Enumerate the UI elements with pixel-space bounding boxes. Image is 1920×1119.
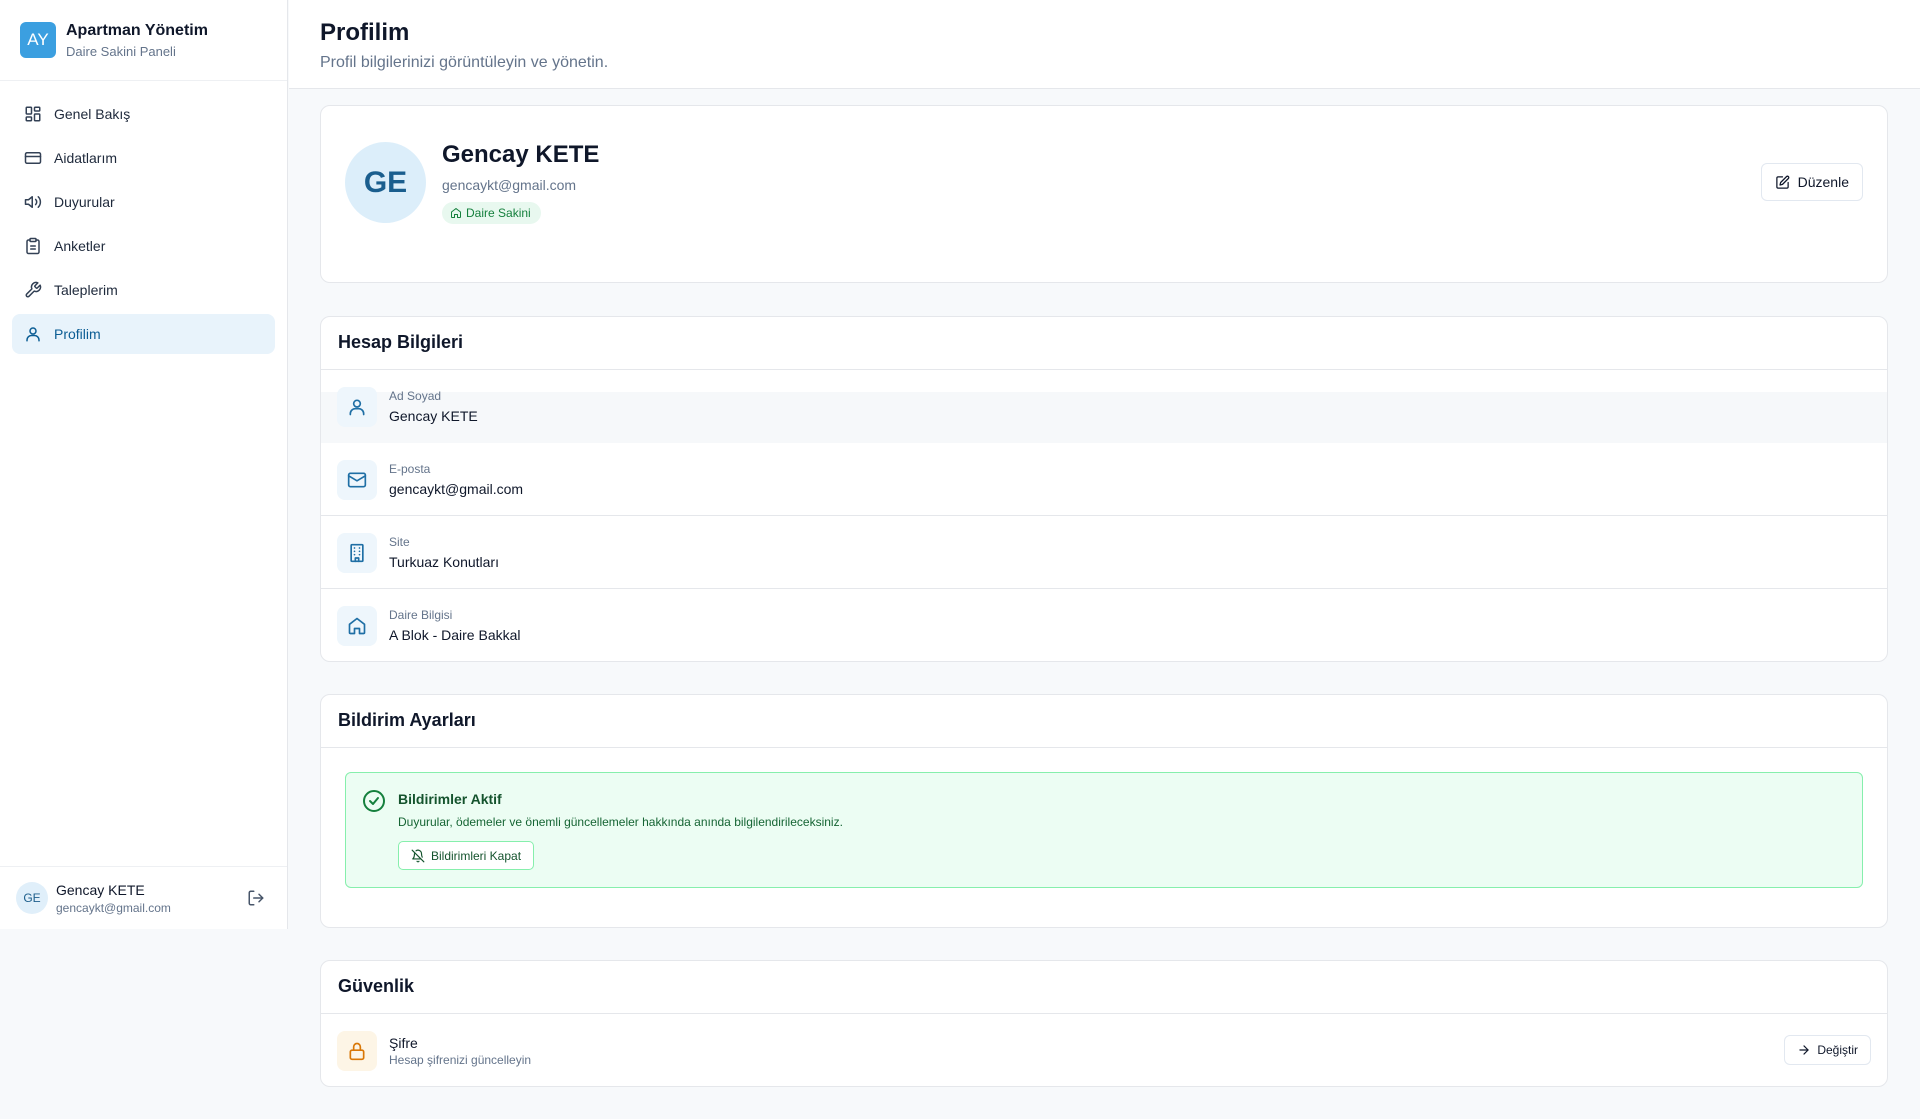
profile-name: Gencay KETE bbox=[442, 141, 600, 168]
info-row-email: E-posta gencaykt@gmail.com bbox=[321, 443, 1887, 516]
info-value: Turkuaz Konutları bbox=[389, 554, 499, 570]
account-info-card: Hesap Bilgileri Ad Soyad Gencay KETE E-p… bbox=[320, 316, 1888, 662]
info-row-site: Site Turkuaz Konutları bbox=[321, 516, 1887, 589]
notification-status-title: Bildirimler Aktif bbox=[398, 791, 502, 807]
info-row-name: Ad Soyad Gencay KETE bbox=[321, 370, 1887, 443]
info-row-apartment: Daire Bilgisi A Blok - Daire Bakkal bbox=[321, 589, 1887, 662]
sidebar-item-label: Profilim bbox=[54, 326, 101, 342]
sidebar-item-label: Anketler bbox=[54, 238, 106, 254]
password-title: Şifre bbox=[389, 1035, 418, 1051]
info-value: gencaykt@gmail.com bbox=[389, 481, 524, 497]
info-label: Ad Soyad bbox=[389, 389, 442, 403]
sidebar-user: GE Gencay KETE gencaykt@gmail.com bbox=[0, 866, 287, 929]
sidebar-item-duyurular[interactable]: Duyurular bbox=[12, 182, 275, 222]
user-icon bbox=[337, 387, 377, 427]
role-badge: Daire Sakini bbox=[442, 202, 541, 224]
profile-avatar: GE bbox=[345, 142, 426, 223]
password-subtitle: Hesap şifrenizi güncelleyin bbox=[389, 1053, 532, 1067]
sidebar-item-aidatlarim[interactable]: Aidatlarım bbox=[12, 138, 275, 178]
sidebar-item-label: Aidatlarım bbox=[54, 150, 118, 166]
grid-icon bbox=[25, 106, 41, 122]
sidebar-nav: Genel Bakış Aidatlarım Duyurular Anketle… bbox=[0, 81, 287, 354]
bell-off-icon bbox=[411, 849, 425, 862]
section-title: Bildirim Ayarları bbox=[321, 695, 1887, 748]
change-password-label: Değiştir bbox=[1817, 1043, 1858, 1057]
page-header: Profilim Profil bilgilerinizi görüntüley… bbox=[289, 0, 1920, 89]
clipboard-icon bbox=[26, 237, 40, 255]
notification-status-box: Bildirimler Aktif Duyurular, ödemeler ve… bbox=[345, 772, 1863, 888]
credit-card-icon bbox=[24, 152, 42, 164]
mail-icon bbox=[337, 460, 377, 500]
info-label: E-posta bbox=[389, 462, 431, 476]
sidebar-item-label: Duyurular bbox=[54, 194, 115, 210]
notification-settings-card: Bildirim Ayarları Bildirimler Aktif Duyu… bbox=[320, 694, 1888, 928]
sidebar-item-profilim[interactable]: Profilim bbox=[12, 314, 275, 354]
password-row: Şifre Hesap şifrenizi güncelleyin Değişt… bbox=[321, 1014, 1887, 1087]
brand-title: Apartman Yönetim bbox=[66, 21, 208, 39]
disable-notifications-button[interactable]: Bildirimleri Kapat bbox=[398, 841, 535, 870]
notification-status-description: Duyurular, ödemeler ve önemli güncelleme… bbox=[398, 815, 843, 829]
info-value: A Blok - Daire Bakkal bbox=[389, 627, 521, 643]
megaphone-icon bbox=[24, 196, 42, 208]
sidebar-item-label: Genel Bakış bbox=[54, 106, 131, 122]
building-icon bbox=[337, 533, 377, 573]
home-icon bbox=[451, 208, 461, 218]
sidebar-item-label: Taleplerim bbox=[54, 282, 118, 298]
sidebar-item-anketler[interactable]: Anketler bbox=[12, 226, 275, 266]
brand-logo: AY bbox=[20, 22, 56, 58]
section-title: Hesap Bilgileri bbox=[321, 317, 1887, 370]
brand: AY Apartman Yönetim Daire Sakini Paneli bbox=[0, 0, 287, 81]
section-title: Güvenlik bbox=[321, 961, 1887, 1014]
sidebar-item-taleplerim[interactable]: Taleplerim bbox=[12, 270, 275, 310]
info-label: Site bbox=[389, 535, 410, 549]
sidebar-item-genel-bakis[interactable]: Genel Bakış bbox=[12, 94, 275, 134]
page-title: Profilim bbox=[320, 19, 410, 46]
user-email: gencaykt@gmail.com bbox=[56, 900, 171, 915]
check-circle-icon bbox=[363, 790, 385, 812]
change-password-button[interactable]: Değiştir bbox=[1784, 1035, 1871, 1065]
user-name: Gencay KETE bbox=[56, 881, 145, 898]
profile-card: GE Gencay KETE gencaykt@gmail.com Daire … bbox=[320, 105, 1888, 283]
edit-icon bbox=[1775, 175, 1789, 189]
lock-icon bbox=[337, 1031, 377, 1071]
arrow-right-icon bbox=[1799, 1045, 1809, 1055]
logout-icon[interactable] bbox=[247, 889, 265, 907]
wrench-icon bbox=[25, 281, 42, 298]
role-label: Daire Sakini bbox=[466, 206, 531, 220]
edit-button-label: Düzenle bbox=[1797, 174, 1849, 190]
page-subtitle: Profil bilgilerinizi görüntüleyin ve yön… bbox=[320, 54, 609, 71]
profile-email: gencaykt@gmail.com bbox=[442, 177, 577, 193]
brand-subtitle: Daire Sakini Paneli bbox=[66, 43, 176, 59]
user-icon bbox=[26, 327, 40, 342]
security-card: Güvenlik Şifre Hesap şifrenizi güncelley… bbox=[320, 960, 1888, 1087]
info-label: Daire Bilgisi bbox=[389, 608, 453, 622]
info-value: Gencay KETE bbox=[389, 408, 478, 424]
disable-notifications-label: Bildirimleri Kapat bbox=[431, 848, 522, 863]
home-icon bbox=[337, 606, 377, 646]
edit-profile-button[interactable]: Düzenle bbox=[1760, 163, 1863, 201]
sidebar: AY Apartman Yönetim Daire Sakini Paneli … bbox=[0, 0, 288, 929]
avatar: GE bbox=[16, 882, 48, 914]
